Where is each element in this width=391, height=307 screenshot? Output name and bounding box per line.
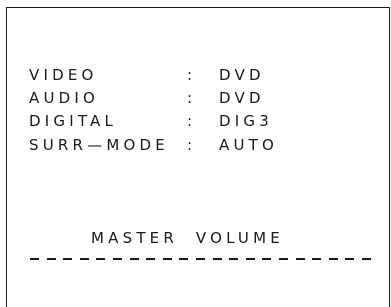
surr-mode-label: SURR—MODE: [29, 136, 169, 154]
volume-bar-segment: [162, 258, 172, 260]
master-volume-bar: [30, 258, 371, 260]
volume-bar-segment: [328, 258, 338, 260]
audio-label: AUDIO: [29, 89, 100, 107]
volume-bar-segment: [262, 258, 272, 260]
osd-row-video: VIDEO : DVD: [29, 64, 261, 86]
volume-bar-segment: [195, 258, 205, 260]
audio-value: DVD: [219, 89, 265, 107]
osd-screen: VIDEO : DVD AUDIO : DVD DIGITAL : DIG3 S…: [6, 7, 390, 307]
volume-bar-segment: [295, 258, 305, 260]
surr-mode-value: AUTO: [219, 136, 279, 154]
volume-bar-segment: [278, 258, 288, 260]
volume-bar-segment: [361, 258, 371, 260]
osd-row-digital: DIGITAL : DIG3: [29, 110, 269, 132]
osd-row-surr-mode: SURR—MODE : AUTO: [29, 134, 274, 156]
volume-bar-segment: [179, 258, 189, 260]
surr-mode-separator: :: [187, 136, 197, 154]
video-label: VIDEO: [29, 66, 98, 84]
volume-bar-segment: [212, 258, 222, 260]
digital-label: DIGITAL: [29, 112, 118, 130]
volume-bar-segment: [229, 258, 239, 260]
audio-separator: :: [187, 89, 197, 107]
volume-bar-segment: [96, 258, 106, 260]
volume-bar-segment: [30, 258, 39, 260]
master-volume-label: MASTER VOLUME: [91, 229, 284, 247]
digital-separator: :: [187, 112, 197, 130]
volume-bar-segment: [46, 258, 56, 260]
digital-value: DIG3: [219, 112, 273, 130]
volume-bar-segment: [245, 258, 255, 260]
volume-bar-segment: [112, 258, 122, 260]
volume-bar-segment: [63, 258, 73, 260]
volume-bar-segment: [345, 258, 355, 260]
volume-bar-segment: [312, 258, 322, 260]
video-value: DVD: [219, 66, 265, 84]
volume-bar-segment: [146, 258, 156, 260]
volume-bar-segment: [129, 258, 139, 260]
volume-bar-segment: [79, 258, 89, 260]
video-separator: :: [187, 66, 197, 84]
osd-row-audio: AUDIO : DVD: [29, 87, 261, 109]
